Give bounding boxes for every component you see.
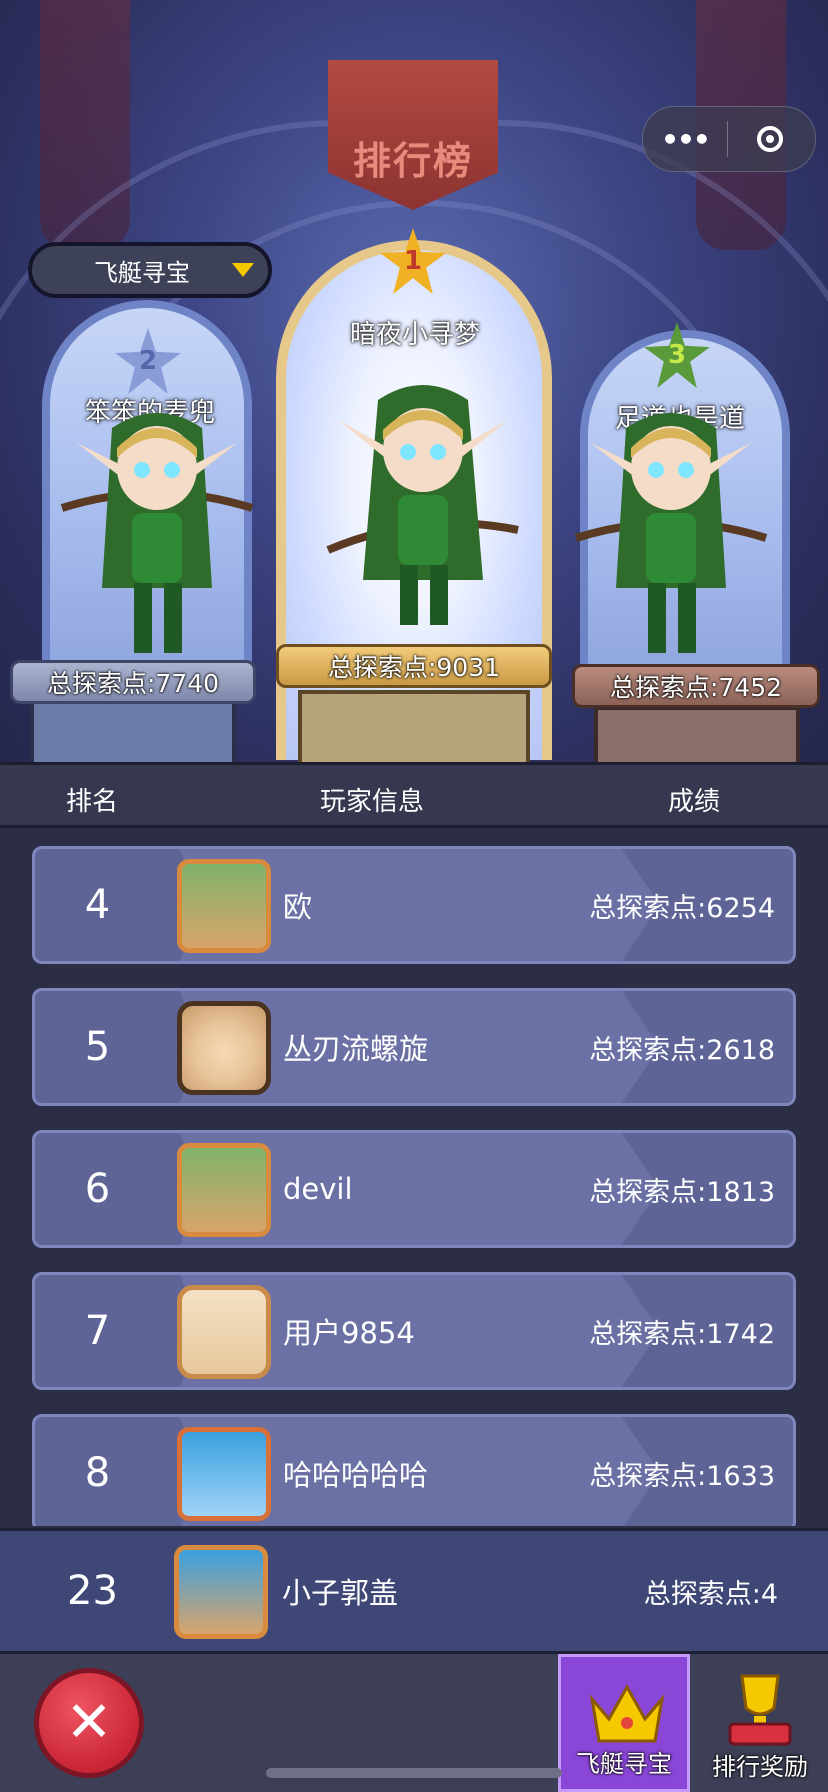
- pedestal-3: [594, 706, 800, 762]
- leaderboard-list[interactable]: 4 欧 总探索点:6254 5 丛刃流螺旋 总探索点:2618 6 devil …: [0, 832, 828, 1526]
- elf-archer-character-1: [326, 385, 519, 625]
- my-rank-row: 23 小子郭盖 总探索点:4: [0, 1528, 828, 1654]
- dropdown-arrow-icon: [232, 263, 254, 277]
- row-rank: 7: [84, 1308, 111, 1354]
- elf-archer-character-2: [60, 413, 254, 653]
- blonde-girl-avatar[interactable]: [177, 1285, 271, 1379]
- exit-button[interactable]: [728, 126, 812, 152]
- trophy-icon: [728, 1674, 792, 1746]
- row-score: 总探索点:6254: [589, 892, 775, 924]
- my-avatar: [174, 1545, 268, 1639]
- podium-score-1: 总探索点:9031: [276, 644, 552, 688]
- row-rank: 6: [84, 1166, 111, 1212]
- pedestal-2: [30, 700, 236, 762]
- elf-archer-avatar[interactable]: [177, 1143, 271, 1237]
- close-button[interactable]: ✕: [34, 1668, 144, 1778]
- podium-score-3: 总探索点:7452: [572, 664, 820, 708]
- tab-ranking-rewards[interactable]: 排行奖励: [694, 1654, 826, 1792]
- my-name: 小子郭盖: [282, 1576, 399, 1610]
- row-rank: 8: [84, 1450, 111, 1496]
- tab-label: 飞艇寻宝: [576, 1750, 672, 1778]
- my-rank: 23: [67, 1568, 118, 1614]
- column-rank: 排名: [66, 787, 119, 817]
- home-indicator: [266, 1768, 562, 1778]
- crown-icon: [589, 1683, 665, 1743]
- row-rank: 5: [84, 1024, 111, 1070]
- row-score: 总探索点:1633: [589, 1460, 775, 1492]
- row-name: 用户9854: [283, 1316, 415, 1350]
- row-score: 总探索点:1742: [589, 1318, 775, 1350]
- tab-label: 排行奖励: [712, 1753, 808, 1781]
- more-menu-button[interactable]: •••: [643, 123, 727, 156]
- table-row[interactable]: 6 devil 总探索点:1813: [32, 1130, 796, 1248]
- table-row[interactable]: 5 丛刃流螺旋 总探索点:2618: [32, 988, 796, 1106]
- leaderboard-stage: 排行榜 ••• 飞艇寻宝 1 2 3 暗夜小寻梦 笨笨的麦兜 足道也是道: [0, 0, 828, 762]
- dropdown-label: 飞艇寻宝: [94, 258, 190, 287]
- podium-score-2: 总探索点:7740: [10, 660, 256, 704]
- row-score: 总探索点:1813: [589, 1176, 775, 1208]
- column-header: 排名 玩家信息 成绩: [0, 762, 828, 828]
- category-dropdown[interactable]: 飞艇寻宝: [28, 242, 272, 298]
- row-score: 总探索点:2618: [589, 1034, 775, 1066]
- row-name: 哈哈哈哈哈: [283, 1458, 429, 1492]
- row-rank: 4: [84, 882, 111, 928]
- my-score: 总探索点:4: [643, 1578, 778, 1610]
- column-score: 成绩: [668, 787, 721, 817]
- row-name: 丛刃流螺旋: [283, 1032, 429, 1066]
- table-row[interactable]: 8 哈哈哈哈哈 总探索点:1633: [32, 1414, 796, 1526]
- row-name: 欧: [283, 890, 313, 924]
- monk-avatar[interactable]: [177, 1001, 271, 1095]
- duck-avatar[interactable]: [177, 1427, 271, 1521]
- close-icon: ✕: [65, 1690, 113, 1755]
- table-row[interactable]: 7 用户9854 总探索点:1742: [32, 1272, 796, 1390]
- mini-program-capsule: •••: [642, 106, 816, 172]
- tab-airship-treasure[interactable]: 飞艇寻宝: [558, 1654, 690, 1792]
- elf-archer-avatar[interactable]: [177, 859, 271, 953]
- row-name: devil: [283, 1172, 353, 1206]
- podium-name-1: 暗夜小寻梦: [349, 320, 480, 350]
- table-row[interactable]: 4 欧 总探索点:6254: [32, 846, 796, 964]
- target-icon: [757, 126, 783, 152]
- column-player: 玩家信息: [320, 787, 425, 817]
- pedestal-1: [298, 690, 530, 762]
- elf-archer-character-3: [574, 413, 768, 653]
